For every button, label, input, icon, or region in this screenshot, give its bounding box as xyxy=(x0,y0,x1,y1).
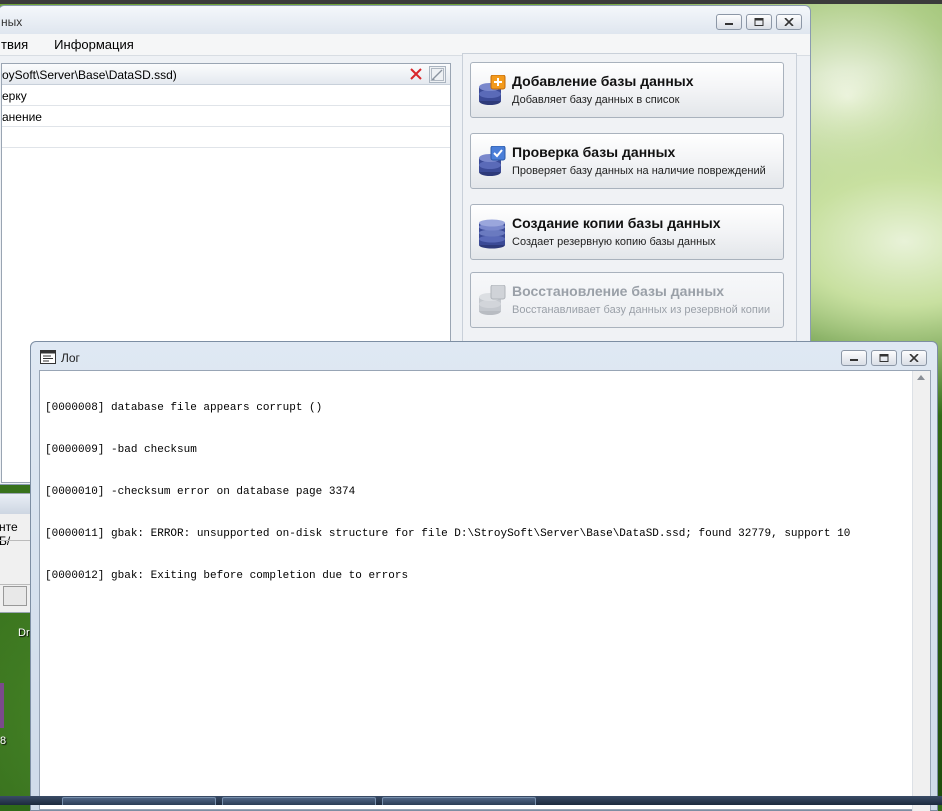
log-lines: [0000008] database file appears corrupt … xyxy=(45,373,908,611)
restore-database-button[interactable]: Восстановление базы данных Восстанавлива… xyxy=(470,272,784,328)
add-database-button[interactable]: Добавление базы данных Добавляет базу да… xyxy=(470,62,784,118)
action-description: Восстанавливает базу данных из резервной… xyxy=(512,304,771,316)
database-header[interactable]: oySoft\Server\Base\DataSD.ssd) xyxy=(2,64,450,85)
scroll-up-icon[interactable] xyxy=(917,375,925,380)
maximize-icon xyxy=(879,354,889,362)
taskbar-button[interactable] xyxy=(222,797,376,805)
desktop-icon-number: 8 xyxy=(0,735,7,747)
divider xyxy=(0,584,33,585)
main-titlebar[interactable]: ных xyxy=(0,6,810,34)
database-restore-icon xyxy=(479,285,506,315)
top-taskbar-strip xyxy=(0,0,942,4)
maximize-icon xyxy=(754,18,764,26)
divider xyxy=(0,540,33,541)
action-description: Проверяет базу данных на наличие поврежд… xyxy=(512,165,766,177)
log-line: [0000012] gbak: Exiting before completio… xyxy=(45,570,409,582)
action-title: Восстановление базы данных xyxy=(512,283,725,299)
background-window-titlebar[interactable] xyxy=(0,494,31,514)
log-line: [0000008] database file appears corrupt … xyxy=(45,402,323,414)
action-title: Создание копии базы данных xyxy=(512,215,721,231)
log-window-icon xyxy=(40,350,56,364)
background-window[interactable]: нте Б/ xyxy=(0,493,33,613)
desktop-icon[interactable] xyxy=(0,683,4,728)
action-description: Создает резервную копию базы данных xyxy=(512,236,716,248)
list-item[interactable]: анение xyxy=(2,106,450,127)
menu-item-information[interactable]: Информация xyxy=(42,37,146,52)
log-window-title: Лог xyxy=(61,351,80,365)
maximize-button[interactable] xyxy=(746,14,772,30)
check-database-button[interactable]: Проверка базы данных Проверяет базу данн… xyxy=(470,133,784,189)
minimize-icon xyxy=(725,23,733,25)
log-window: Лог [0000008] database file appears corr… xyxy=(30,341,938,811)
main-window-controls xyxy=(716,14,802,30)
clear-icon[interactable] xyxy=(408,66,424,82)
maximize-button[interactable] xyxy=(871,350,897,366)
taskbar-button[interactable] xyxy=(62,797,216,805)
taskbar-button[interactable] xyxy=(382,797,536,805)
database-check-icon xyxy=(479,146,506,176)
background-window-field[interactable] xyxy=(3,586,27,606)
log-text-area[interactable]: [0000008] database file appears corrupt … xyxy=(39,370,931,811)
log-line: [0000009] -bad checksum xyxy=(45,444,197,456)
database-add-icon xyxy=(479,75,506,105)
edit-button[interactable] xyxy=(429,66,446,83)
log-titlebar[interactable]: Лог xyxy=(31,342,937,370)
edit-icon xyxy=(430,68,444,81)
minimize-icon xyxy=(850,359,858,361)
background-window-text: нте Б/ xyxy=(0,520,18,548)
log-line: [0000010] -checksum error on database pa… xyxy=(45,486,356,498)
minimize-button[interactable] xyxy=(841,350,867,366)
main-window-title: ных xyxy=(1,15,23,29)
action-title: Проверка базы данных xyxy=(512,144,676,160)
action-title: Добавление базы данных xyxy=(512,73,694,89)
log-line: [0000011] gbak: ERROR: unsupported on-di… xyxy=(45,528,851,540)
list-item[interactable] xyxy=(2,127,450,148)
close-icon xyxy=(909,354,919,362)
close-button[interactable] xyxy=(901,350,927,366)
minimize-button[interactable] xyxy=(716,14,742,30)
database-backup-icon xyxy=(479,219,505,249)
backup-database-button[interactable]: Создание копии базы данных Создает резер… xyxy=(470,204,784,260)
desktop-icon-label: Dr xyxy=(18,627,30,639)
vertical-scrollbar[interactable] xyxy=(912,371,930,811)
close-icon xyxy=(784,18,794,26)
database-path: oySoft\Server\Base\DataSD.ssd) xyxy=(2,68,177,82)
action-description: Добавляет базу данных в список xyxy=(512,94,680,106)
menu-item-actions[interactable]: твия xyxy=(1,37,40,52)
list-item[interactable]: ерку xyxy=(2,85,450,106)
log-window-controls xyxy=(841,350,927,366)
close-button[interactable] xyxy=(776,14,802,30)
taskbar xyxy=(0,796,942,805)
